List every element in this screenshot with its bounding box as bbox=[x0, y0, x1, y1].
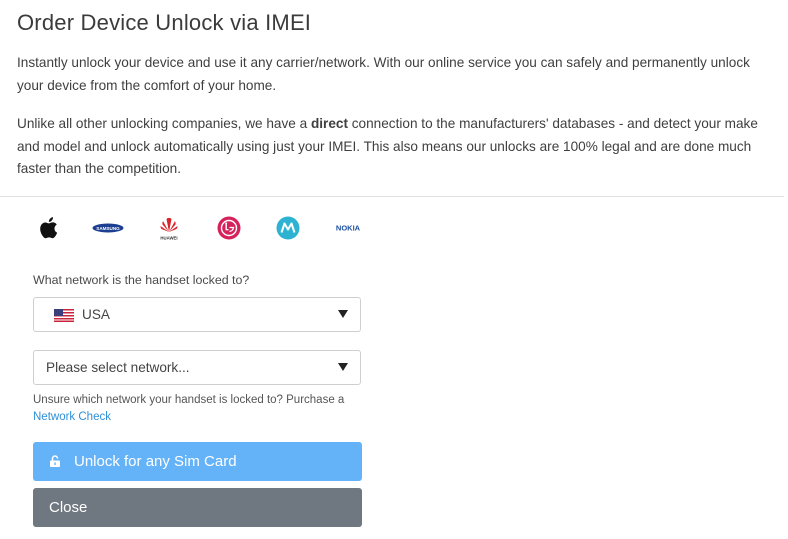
divider bbox=[0, 196, 784, 197]
unlock-button[interactable]: Unlock for any Sim Card bbox=[33, 442, 362, 481]
network-question-label: What network is the handset locked to? bbox=[33, 273, 250, 287]
hint-text: Unsure which network your handset is loc… bbox=[33, 394, 345, 406]
us-flag-icon bbox=[54, 309, 74, 322]
close-button[interactable]: Close bbox=[33, 488, 362, 527]
apple-icon[interactable] bbox=[35, 210, 61, 246]
intro-bold-word: direct bbox=[310, 116, 348, 131]
samsung-logo-text: SAMSUNG bbox=[96, 226, 120, 231]
chevron-down-icon bbox=[338, 363, 348, 371]
intro-text-start: Unlike all other unlocking companies, we… bbox=[17, 116, 311, 131]
motorola-icon[interactable] bbox=[275, 210, 301, 246]
country-select[interactable]: USA bbox=[33, 297, 361, 332]
network-select[interactable]: Please select network... bbox=[33, 350, 361, 385]
unlock-button-label: Unlock for any Sim Card bbox=[74, 453, 237, 470]
network-check-link[interactable]: Network Check bbox=[33, 411, 111, 423]
close-button-label: Close bbox=[49, 499, 88, 516]
samsung-icon[interactable]: SAMSUNG bbox=[92, 210, 124, 246]
intro-paragraph-1: Instantly unlock your device and use it … bbox=[17, 55, 750, 93]
chevron-down-icon bbox=[338, 310, 348, 318]
nokia-logo-text: NOKIA bbox=[336, 224, 361, 233]
unlock-icon bbox=[50, 455, 60, 467]
nokia-icon[interactable]: NOKIA bbox=[332, 210, 364, 246]
huawei-logo-text: HUAWEI bbox=[160, 236, 177, 241]
network-select-placeholder: Please select network... bbox=[46, 360, 190, 375]
intro-paragraph-2: Unlike all other unlocking companies, we… bbox=[17, 113, 777, 181]
country-select-value: USA bbox=[82, 307, 110, 322]
lg-icon[interactable] bbox=[216, 210, 242, 246]
network-hint: Unsure which network your handset is loc… bbox=[33, 392, 373, 426]
page-title: Order Device Unlock via IMEI bbox=[17, 10, 312, 35]
huawei-icon[interactable]: HUAWEI bbox=[156, 210, 182, 246]
brand-logos: SAMSUNG HUAWEI NOKIA bbox=[0, 210, 788, 246]
